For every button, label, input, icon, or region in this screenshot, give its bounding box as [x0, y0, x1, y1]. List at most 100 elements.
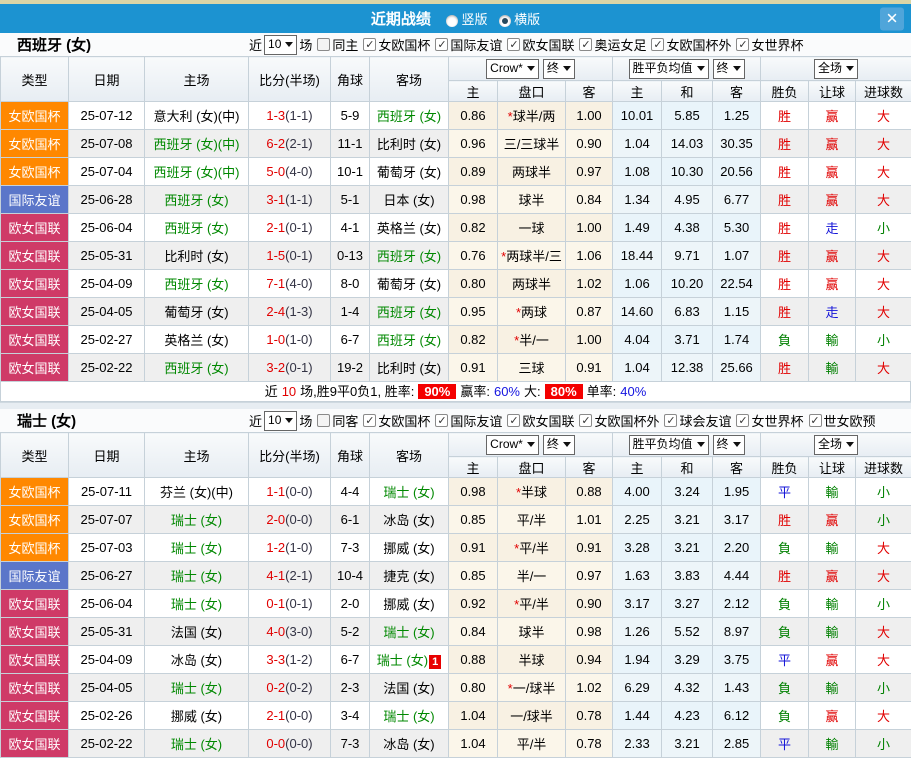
result-goals: 大 — [856, 186, 911, 214]
upset-star-icon: * — [516, 305, 521, 320]
filter-label: 国际友谊 — [450, 35, 502, 54]
score: 3-1(1-1) — [249, 186, 331, 214]
checkbox-icon[interactable]: ✓ — [507, 414, 520, 427]
checkbox-icon[interactable] — [317, 38, 330, 51]
radio-vertical-layout[interactable] — [446, 15, 458, 27]
checkbox-icon[interactable]: ✓ — [363, 414, 376, 427]
match-scope-select[interactable]: 全场 — [814, 435, 858, 455]
filter-item-6[interactable]: ✓ 女世界杯 — [736, 411, 803, 430]
table-row: 女欧国杯 25-07-12 意大利 (女)(中) 1-3(1-1) 5-9 西班… — [1, 102, 911, 130]
filter-item-3[interactable]: ✓ 欧女国联 — [507, 35, 574, 54]
checkbox-icon[interactable]: ✓ — [736, 38, 749, 51]
handicap-home-odds: 0.98 — [449, 478, 498, 506]
corner-count: 5-1 — [331, 186, 370, 214]
filter-item-2[interactable]: ✓ 国际友谊 — [435, 411, 502, 430]
filter-item-0[interactable]: 同客 — [317, 411, 358, 430]
handicap-away-odds: 0.88 — [566, 478, 613, 506]
filter-item-2[interactable]: ✓ 国际友谊 — [435, 35, 502, 54]
handicap-final-select[interactable]: 终 — [543, 435, 575, 455]
score: 5-0(4-0) — [249, 158, 331, 186]
radio-horizontal-layout[interactable] — [499, 15, 511, 27]
games-count-select[interactable]: 10 — [264, 35, 297, 55]
filter-item-7[interactable]: ✓ 世女欧预 — [809, 411, 876, 430]
odds-draw: 3.21 — [662, 730, 713, 758]
games-count-select[interactable]: 10 — [264, 411, 297, 431]
result-win-loss: 負 — [761, 326, 809, 354]
handicap-home-odds: 0.80 — [449, 270, 498, 298]
filter-item-5[interactable]: ✓ 球会友谊 — [664, 411, 731, 430]
wdl-final-select[interactable]: 终 — [713, 59, 745, 79]
home-team: 西班牙 (女) — [145, 270, 249, 298]
radio-horizontal-label[interactable]: 横版 — [514, 12, 540, 27]
checkbox-icon[interactable]: ✓ — [435, 414, 448, 427]
handicap-away-odds: 1.06 — [566, 242, 613, 270]
wdl-average-select[interactable]: 胜平负均值 — [629, 435, 709, 455]
corner-count: 4-4 — [331, 478, 370, 506]
sub-column-header: 客 — [713, 81, 761, 102]
result-goals: 大 — [856, 646, 911, 674]
corner-count: 11-1 — [331, 130, 370, 158]
odds-home-win: 1.49 — [613, 214, 662, 242]
filter-item-0[interactable]: 同主 — [317, 35, 358, 54]
checkbox-icon[interactable]: ✓ — [579, 38, 592, 51]
checkbox-icon[interactable]: ✓ — [736, 414, 749, 427]
handicap-away-odds: 0.97 — [566, 562, 613, 590]
odds-draw: 10.30 — [662, 158, 713, 186]
handicap-home-odds: 0.96 — [449, 130, 498, 158]
result-goals: 小 — [856, 326, 911, 354]
halftime-score: (2-1) — [285, 136, 312, 151]
score: 6-2(2-1) — [249, 130, 331, 158]
radio-vertical-label[interactable]: 竖版 — [461, 12, 487, 27]
wdl-final-select[interactable]: 终 — [713, 435, 745, 455]
checkbox-icon[interactable]: ✓ — [809, 414, 822, 427]
fulltime-score: 1-2 — [266, 540, 285, 555]
filter-label: 女世界杯 — [751, 35, 803, 54]
close-button[interactable]: ✕ — [880, 7, 904, 30]
table-row: 女欧国杯 25-07-03 瑞士 (女) 1-2(1-0) 7-3 挪威 (女)… — [1, 534, 911, 562]
checkbox-icon[interactable]: ✓ — [507, 38, 520, 51]
checkbox-icon[interactable]: ✓ — [435, 38, 448, 51]
checkbox-icon[interactable]: ✓ — [651, 38, 664, 51]
handicap-line: *平/半 — [498, 534, 566, 562]
table-row: 欧女国联 25-04-05 葡萄牙 (女) 2-4(1-3) 1-4 西班牙 (… — [1, 298, 911, 326]
odds-away-win: 1.95 — [713, 478, 761, 506]
result-handicap: 走 — [809, 298, 856, 326]
odds-provider-select[interactable]: Crow* — [486, 435, 539, 455]
result-win-loss: 負 — [761, 590, 809, 618]
handicap-line: *半球 — [498, 478, 566, 506]
checkbox-icon[interactable]: ✓ — [579, 414, 592, 427]
away-team: 捷克 (女) — [370, 562, 449, 590]
fulltime-score: 4-0 — [266, 624, 285, 639]
filter-item-1[interactable]: ✓ 女欧国杯 — [363, 411, 430, 430]
result-win-loss: 胜 — [761, 242, 809, 270]
league-badge: 欧女国联 — [1, 674, 69, 702]
odds-home-win: 1.26 — [613, 618, 662, 646]
filter-label: 奥运女足 — [594, 35, 646, 54]
score: 2-0(0-0) — [249, 506, 331, 534]
checkbox-icon[interactable]: ✓ — [664, 414, 677, 427]
league-badge: 女欧国杯 — [1, 506, 69, 534]
odds-provider-select[interactable]: Crow* — [486, 59, 539, 79]
score: 2-1(0-1) — [249, 214, 331, 242]
filter-item-5[interactable]: ✓ 女欧国杯外 — [651, 35, 731, 54]
filter-item-6[interactable]: ✓ 女世界杯 — [736, 35, 803, 54]
filter-item-4[interactable]: ✓ 女欧国杯外 — [579, 411, 659, 430]
league-badge: 女欧国杯 — [1, 158, 69, 186]
match-scope-select[interactable]: 全场 — [814, 59, 858, 79]
checkbox-icon[interactable] — [317, 414, 330, 427]
filter-item-4[interactable]: ✓ 奥运女足 — [579, 35, 646, 54]
odds-home-win: 2.25 — [613, 506, 662, 534]
filter-item-3[interactable]: ✓ 欧女国联 — [507, 411, 574, 430]
wdl-average-select[interactable]: 胜平负均值 — [629, 59, 709, 79]
away-team: 西班牙 (女) — [370, 102, 449, 130]
away-team: 挪威 (女) — [370, 590, 449, 618]
checkbox-icon[interactable]: ✓ — [363, 38, 376, 51]
handicap-final-select[interactable]: 终 — [543, 59, 575, 79]
fulltime-score: 0-1 — [266, 596, 285, 611]
home-team: 芬兰 (女)(中) — [145, 478, 249, 506]
chevron-down-icon — [846, 66, 854, 71]
filter-item-1[interactable]: ✓ 女欧国杯 — [363, 35, 430, 54]
result-win-loss: 平 — [761, 478, 809, 506]
score: 0-1(0-1) — [249, 590, 331, 618]
away-team: 葡萄牙 (女) — [370, 158, 449, 186]
